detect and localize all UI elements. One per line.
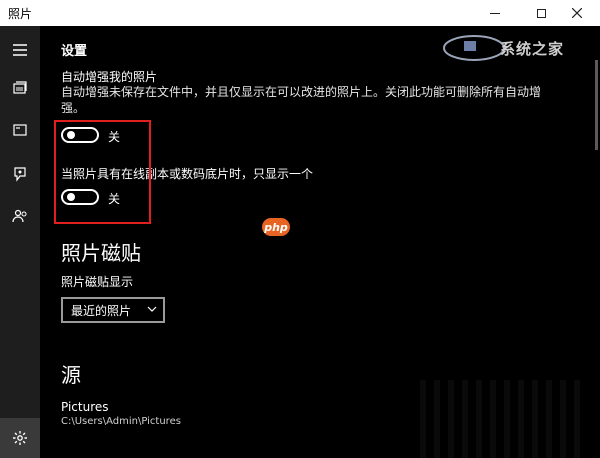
hamburger-menu-button[interactable] (0, 30, 40, 70)
collection-icon (13, 81, 27, 94)
tiles-heading: 照片磁贴 (61, 241, 141, 265)
story-remix-button[interactable] (0, 154, 40, 194)
source-folder-name: Pictures (61, 400, 109, 414)
sources-heading: 源 (61, 363, 81, 387)
highlight-box (54, 120, 151, 224)
app-title: 照片 (8, 7, 33, 21)
title-bar: 照片 (0, 0, 600, 26)
hamburger-menu-icon (13, 44, 27, 56)
source-folder-path: C:\Users\Admin\Pictures (61, 416, 181, 427)
minimize-button[interactable] (472, 0, 518, 26)
php-badge: php (262, 218, 290, 236)
chevron-down-icon (147, 306, 157, 312)
close-button[interactable] (554, 0, 600, 26)
people-button[interactable] (0, 196, 40, 236)
background-pattern (420, 380, 580, 458)
scrollbar[interactable] (595, 60, 598, 150)
nav-rail (0, 26, 40, 458)
people-icon (12, 209, 27, 223)
page-title: 设置 (61, 44, 88, 59)
close-icon (572, 8, 582, 18)
auto-enhance-label: 自动增强我的照片 (61, 70, 158, 84)
watermark-text: 系统之家 (500, 40, 565, 58)
albums-icon (13, 124, 27, 136)
collection-button[interactable] (0, 68, 40, 108)
tiles-sub-label: 照片磁贴显示 (61, 275, 134, 289)
albums-button[interactable] (0, 110, 40, 150)
minimize-icon (490, 12, 500, 14)
auto-enhance-description: 自动增强未保存在文件中，并且仅显示在可以改进的照片上。关闭此功能可删除所有自动增… (61, 85, 542, 115)
story-remix-icon (14, 167, 26, 182)
maximize-icon (536, 8, 546, 18)
settings-button[interactable] (0, 418, 40, 458)
tiles-dropdown[interactable]: 最近的照片 (61, 297, 165, 323)
settings-gear-icon (13, 431, 27, 445)
tiles-dropdown-value: 最近的照片 (71, 303, 132, 318)
